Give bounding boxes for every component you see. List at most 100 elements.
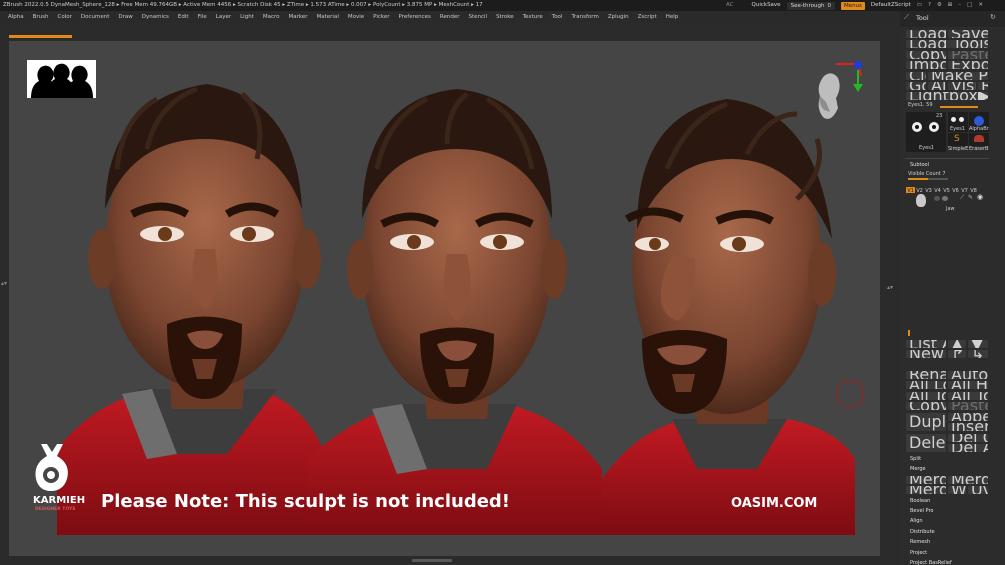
bevel-pro-section[interactable]: Bevel Pro bbox=[905, 507, 989, 516]
palette-pin-icon[interactable]: ⟋ bbox=[904, 13, 909, 22]
menu-item-alpha[interactable]: Alpha bbox=[8, 11, 24, 23]
goz-button[interactable]: GoZ bbox=[906, 82, 926, 90]
mergedown-button[interactable]: MergeDown bbox=[906, 476, 946, 484]
orientation-gizmo[interactable] bbox=[806, 60, 866, 130]
merge-section[interactable]: Merge bbox=[905, 465, 989, 474]
export-button[interactable]: Export bbox=[948, 61, 988, 69]
menu-item-tool[interactable]: Tool bbox=[552, 11, 563, 23]
menu-item-movie[interactable]: Movie bbox=[348, 11, 364, 23]
menu-item-light[interactable]: Light bbox=[240, 11, 254, 23]
del-other-button[interactable]: Del Other bbox=[948, 434, 988, 442]
goz-visible-button[interactable]: Visible bbox=[948, 82, 976, 90]
menu-item-help[interactable]: Help bbox=[666, 11, 679, 23]
layout-toggle-icon[interactable]: ⊞ bbox=[948, 0, 953, 11]
seethrough-slider[interactable]: See-through 0 bbox=[786, 1, 835, 10]
load-tools-from-project-button[interactable]: Load Tools From Project bbox=[906, 40, 988, 48]
palette-reset-icon[interactable]: ↻ bbox=[990, 13, 996, 21]
menu-item-render[interactable]: Render bbox=[440, 11, 460, 23]
all-high-button[interactable]: All High bbox=[948, 381, 988, 389]
minimize-icon[interactable]: – bbox=[958, 0, 961, 11]
menu-item-macro[interactable]: Macro bbox=[263, 11, 280, 23]
tool-thumbnail-simpleedit[interactable]: S bbox=[948, 133, 968, 146]
lightbox-tools-button[interactable]: Lightbox▶Tools bbox=[906, 92, 988, 100]
menus-button[interactable]: Menus bbox=[840, 1, 865, 10]
subtool-eye-icon[interactable]: ◉ bbox=[977, 193, 983, 201]
all-low-button[interactable]: All Low bbox=[906, 381, 946, 389]
arrow-down-right-icon[interactable]: ↳ bbox=[968, 350, 988, 358]
menu-item-file[interactable]: File bbox=[198, 11, 207, 23]
menu-item-color[interactable]: Color bbox=[58, 11, 72, 23]
close-icon[interactable]: ✕ bbox=[978, 0, 983, 11]
all-to-home-button[interactable]: All To Home bbox=[906, 392, 946, 400]
subtool-scroll-indicator[interactable] bbox=[908, 330, 910, 336]
menu-item-brush[interactable]: Brush bbox=[33, 11, 49, 23]
autoreorder-button[interactable]: AutoReorder bbox=[948, 371, 988, 379]
weld-button[interactable]: Weld bbox=[948, 486, 966, 494]
goz-all-button[interactable]: All bbox=[928, 82, 946, 90]
project-basrelief-section[interactable]: Project BasRelief bbox=[905, 559, 989, 565]
move-up-icon[interactable]: ▲ bbox=[948, 340, 966, 348]
align-section[interactable]: Align bbox=[905, 517, 989, 526]
menu-item-transform[interactable]: Transform bbox=[571, 11, 598, 23]
rename-button[interactable]: Rename bbox=[906, 371, 946, 379]
menu-item-zscript[interactable]: Zscript bbox=[638, 11, 657, 23]
import-button[interactable]: Import bbox=[906, 61, 946, 69]
maximize-icon[interactable]: □ bbox=[967, 0, 972, 11]
menu-item-preferences[interactable]: Preferences bbox=[399, 11, 431, 23]
default-zscript-button[interactable]: DefaultZScript bbox=[871, 0, 911, 11]
make-polymesh3d-button[interactable]: Make PolyMesh3D bbox=[928, 72, 988, 80]
gear-icon[interactable]: ⚙ bbox=[937, 0, 942, 11]
all-to-target-button[interactable]: All To Target bbox=[948, 392, 988, 400]
menu-item-draw[interactable]: Draw bbox=[118, 11, 132, 23]
menu-item-picker[interactable]: Picker bbox=[373, 11, 389, 23]
copy-subtool-button[interactable]: Copy bbox=[906, 402, 946, 410]
del-all-button[interactable]: Del All bbox=[948, 444, 988, 452]
project-section[interactable]: Project bbox=[905, 549, 989, 558]
delete-button[interactable]: Delete bbox=[906, 434, 946, 452]
load-tool-button[interactable]: Load Tool bbox=[906, 30, 946, 38]
list-all-button[interactable]: List All bbox=[906, 340, 946, 348]
menu-item-layer[interactable]: Layer bbox=[216, 11, 231, 23]
menu-item-edit[interactable]: Edit bbox=[178, 11, 189, 23]
menu-item-marker[interactable]: Marker bbox=[289, 11, 308, 23]
active-tab-indicator[interactable] bbox=[9, 35, 72, 38]
tool-thumbnail-eyes1[interactable]: 23 Eyes1 bbox=[906, 112, 946, 152]
paste-tool-button[interactable]: Paste Tool bbox=[948, 51, 988, 59]
menu-item-texture[interactable]: Texture bbox=[523, 11, 543, 23]
bottom-tray-grip[interactable] bbox=[412, 559, 452, 562]
right-tray-toggle-icon[interactable]: ▴▾ bbox=[887, 284, 893, 291]
menu-item-document[interactable]: Document bbox=[81, 11, 110, 23]
subtool-pencil-icon[interactable]: ✎ bbox=[968, 194, 973, 201]
menu-item-dynamics[interactable]: Dynamics bbox=[142, 11, 169, 23]
tool-thumbnail-eraser[interactable] bbox=[969, 133, 989, 146]
split-section[interactable]: Split bbox=[905, 455, 989, 464]
copy-tool-button[interactable]: Copy Tool bbox=[906, 51, 946, 59]
remesh-section[interactable]: Remesh bbox=[905, 538, 989, 547]
append-button[interactable]: Append bbox=[948, 413, 988, 421]
menu-item-stencil[interactable]: Stencil bbox=[468, 11, 487, 23]
paste-subtool-button[interactable]: Paste bbox=[948, 402, 988, 410]
boolean-section[interactable]: Boolean bbox=[905, 497, 989, 506]
arrow-up-right-icon[interactable]: ↱ bbox=[948, 350, 966, 358]
document-viewport[interactable]: KARMIEH DESIGNER TOYS Please Note: This … bbox=[27, 59, 855, 535]
quicksave-button[interactable]: QuickSave bbox=[752, 0, 781, 11]
visible-count-slider[interactable] bbox=[908, 178, 948, 180]
menu-item-zplugin[interactable]: Zplugin bbox=[608, 11, 629, 23]
insert-button[interactable]: Insert bbox=[948, 423, 988, 431]
layout-icon[interactable]: ▭ bbox=[917, 0, 922, 11]
save-as-button[interactable]: Save As bbox=[948, 30, 988, 38]
subtool-brush-icon[interactable]: ⟋ bbox=[960, 194, 964, 202]
goz-r-button[interactable]: R bbox=[978, 82, 988, 90]
clone-button[interactable]: Clone bbox=[906, 72, 926, 80]
mergevisible-button[interactable]: MergeVisible bbox=[906, 486, 946, 494]
help-icon[interactable]: ? bbox=[928, 0, 931, 11]
menu-item-material[interactable]: Material bbox=[317, 11, 339, 23]
left-tray-toggle-icon[interactable]: ▴▾ bbox=[1, 280, 7, 287]
distribute-section[interactable]: Distribute bbox=[905, 528, 989, 537]
new-folder-button[interactable]: New Folder bbox=[906, 350, 946, 358]
subtool-header[interactable]: Subtool bbox=[905, 161, 989, 170]
subtool-list-item-jaw[interactable]: ⟋ ✎ ◉ Jaw bbox=[906, 193, 990, 215]
mergesimilar-button[interactable]: MergeSimilar bbox=[948, 476, 988, 484]
menu-item-stroke[interactable]: Stroke bbox=[496, 11, 514, 23]
duplicate-button[interactable]: Duplicate bbox=[906, 413, 946, 431]
